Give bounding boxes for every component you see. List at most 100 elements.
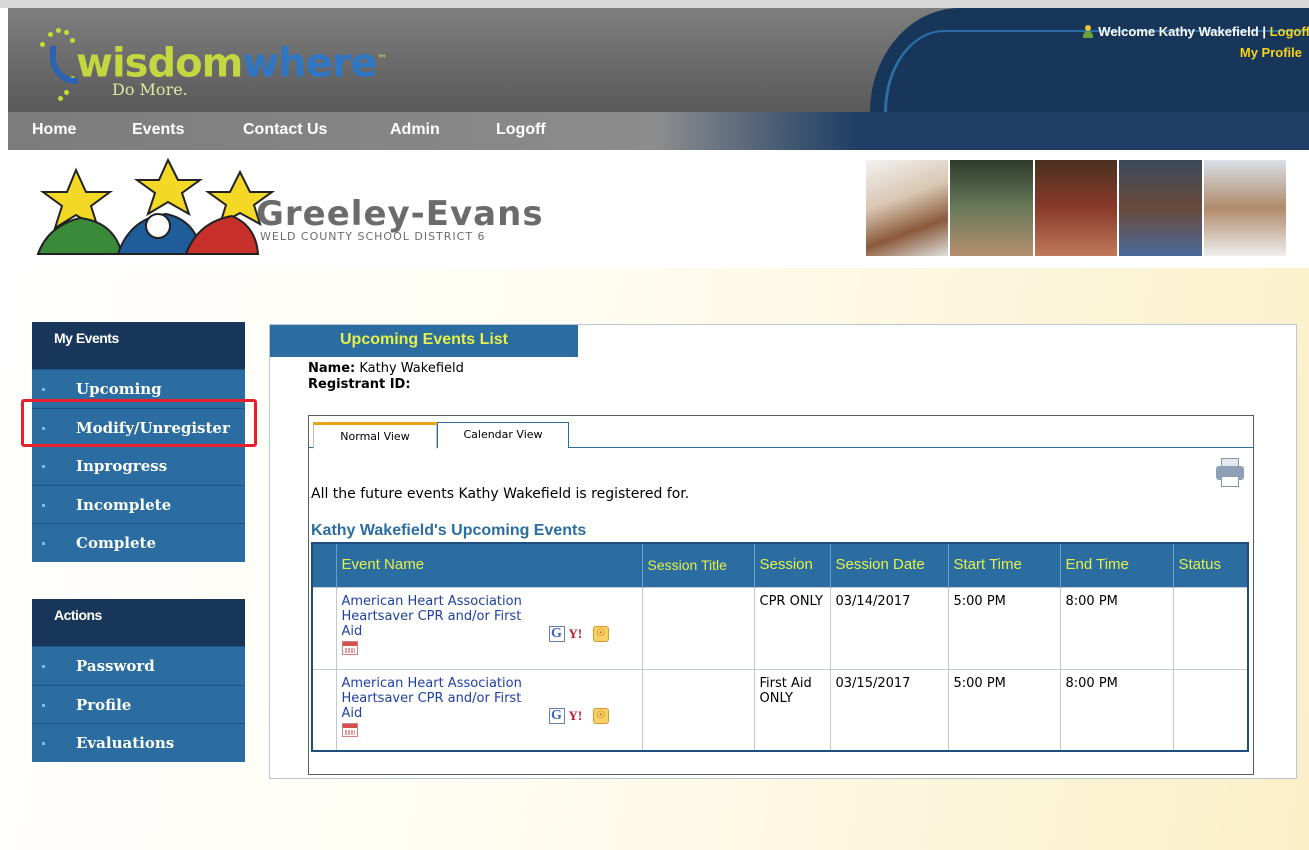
wisdomwhere-logo[interactable]: wisdomwhere™ Do More. bbox=[30, 26, 387, 106]
status-cell bbox=[1172, 586, 1248, 669]
event-name-link[interactable]: American Heart Association Heartsaver CP… bbox=[342, 594, 538, 639]
session-title-cell bbox=[641, 668, 754, 751]
end-time-cell: 8:00 PM bbox=[1059, 668, 1173, 751]
column-header-event-name: Event Name bbox=[335, 543, 642, 587]
logo-trademark: ™ bbox=[376, 54, 387, 65]
view-tabs-panel: Normal View Calendar View All the future… bbox=[308, 415, 1254, 775]
user-icon bbox=[1082, 25, 1094, 38]
session-title-cell bbox=[641, 586, 754, 669]
start-time-cell: 5:00 PM bbox=[947, 668, 1060, 751]
table-header-row: Event Name Session Title Session Session… bbox=[311, 543, 1248, 587]
district-stars-logo bbox=[36, 157, 276, 255]
column-header-session-date: Session Date bbox=[829, 543, 948, 587]
logo-swoosh-icon bbox=[50, 46, 78, 84]
google-calendar-icon[interactable]: G bbox=[548, 625, 565, 642]
name-value: Kathy Wakefield bbox=[359, 361, 464, 376]
logo-wordmark: wisdomwhere™ bbox=[76, 38, 387, 87]
actions-title: Actions bbox=[32, 599, 245, 646]
table-title: Kathy Wakefield's Upcoming Events bbox=[311, 522, 587, 539]
sidebar-item-label: Password bbox=[76, 657, 155, 675]
sidebar-item-label: Profile bbox=[76, 695, 132, 714]
district-subtitle: WELD COUNTY SCHOOL DISTRICT 6 bbox=[260, 230, 486, 243]
session-cell: CPR ONLY bbox=[753, 586, 830, 669]
header: wisdomwhere™ Do More. Welcome Kathy Wake… bbox=[8, 8, 1309, 112]
bullet-icon bbox=[42, 503, 45, 507]
actions-panel: Actions Password Profile Evaluations bbox=[32, 599, 245, 762]
sidebar-item-incomplete[interactable]: Incomplete bbox=[32, 484, 245, 524]
bullet-icon bbox=[42, 742, 45, 745]
welcome-bar: Welcome Kathy Wakefield | Logoff bbox=[1038, 24, 1309, 39]
sidebar-item-label: Incomplete bbox=[76, 495, 172, 514]
highlight-box bbox=[21, 399, 257, 447]
sidebar-item-profile[interactable]: Profile bbox=[32, 684, 245, 724]
nav-home[interactable]: Home bbox=[32, 112, 76, 148]
outlook-calendar-icon[interactable]: ☉ bbox=[592, 625, 609, 642]
bullet-icon bbox=[42, 703, 45, 707]
sidebar-item-password[interactable]: Password bbox=[32, 646, 245, 685]
calendar-export-icons: G Y! ☉ bbox=[548, 625, 609, 642]
column-header-start-time: Start Time bbox=[947, 543, 1060, 587]
tab-calendar-view[interactable]: Calendar View bbox=[437, 422, 569, 448]
row-spacer bbox=[311, 668, 336, 751]
printer-icon[interactable] bbox=[1216, 458, 1244, 488]
sidebar-item-evaluations[interactable]: Evaluations bbox=[32, 723, 245, 762]
event-name-link[interactable]: American Heart Association Heartsaver CP… bbox=[342, 676, 538, 721]
district-name: Greeley-Evans bbox=[256, 194, 544, 234]
calendar-export-icons: G Y! ☉ bbox=[548, 707, 609, 724]
nav-logoff[interactable]: Logoff bbox=[496, 112, 546, 148]
intro-text: All the future events Kathy Wakefield is… bbox=[311, 486, 690, 502]
welcome-separator: | bbox=[1262, 24, 1266, 39]
column-header-session-title: Session Title bbox=[641, 543, 754, 587]
start-time-cell: 5:00 PM bbox=[947, 586, 1060, 669]
upcoming-events-table: Event Name Session Title Session Session… bbox=[311, 542, 1249, 752]
outlook-calendar-icon[interactable]: ☉ bbox=[592, 707, 609, 724]
sidebar-item-label: Evaluations bbox=[76, 734, 175, 752]
column-header-session: Session bbox=[753, 543, 830, 587]
sidebar-item-label: Upcoming bbox=[76, 380, 162, 398]
nav-events[interactable]: Events bbox=[132, 112, 184, 148]
bullet-icon bbox=[42, 465, 45, 468]
top-strip bbox=[0, 0, 1309, 8]
my-events-title: My Events bbox=[32, 322, 245, 369]
nav-contact-us[interactable]: Contact Us bbox=[243, 112, 327, 148]
tab-normal-view[interactable]: Normal View bbox=[313, 422, 437, 449]
upcoming-events-panel: Upcoming Events List Name: Kathy Wakefie… bbox=[269, 324, 1297, 779]
district-banner: Greeley-Evans WELD COUNTY SCHOOL DISTRIC… bbox=[8, 150, 1309, 268]
banner-photo-strip bbox=[866, 160, 1287, 256]
ical-calendar-icon[interactable] bbox=[341, 722, 358, 737]
table-row: American Heart Association Heartsaver CP… bbox=[311, 668, 1248, 751]
logo-word-part2: where bbox=[242, 40, 377, 87]
column-header-end-time: End Time bbox=[1059, 543, 1173, 587]
sidebar-item-label: Complete bbox=[76, 534, 157, 552]
my-profile-link[interactable]: My Profile bbox=[1188, 45, 1302, 60]
bullet-icon bbox=[42, 542, 45, 545]
bullet-icon bbox=[42, 665, 45, 668]
bullet-icon bbox=[42, 388, 45, 391]
tab-bar: Normal View Calendar View bbox=[309, 416, 1253, 449]
registrant-id-label: Registrant ID: bbox=[308, 377, 411, 392]
event-name-cell: American Heart Association Heartsaver CP… bbox=[335, 586, 642, 669]
google-calendar-icon[interactable]: G bbox=[548, 707, 565, 724]
column-header-spacer bbox=[311, 543, 336, 587]
status-cell bbox=[1172, 668, 1248, 751]
column-header-status: Status bbox=[1172, 543, 1248, 587]
header-logoff-link[interactable]: Logoff bbox=[1270, 24, 1309, 39]
page-title: Upcoming Events List bbox=[270, 325, 578, 357]
yahoo-calendar-icon[interactable]: Y! bbox=[569, 626, 589, 642]
main-nav: Home Events Contact Us Admin Logoff bbox=[8, 112, 1309, 150]
sidebar-item-complete[interactable]: Complete bbox=[32, 523, 245, 562]
nav-admin[interactable]: Admin bbox=[390, 112, 440, 148]
name-label: Name: bbox=[308, 361, 356, 376]
session-date-cell: 03/15/2017 bbox=[829, 668, 948, 751]
event-name-cell: American Heart Association Heartsaver CP… bbox=[335, 668, 642, 751]
welcome-text: Welcome Kathy Wakefield bbox=[1098, 24, 1259, 39]
sidebar-item-inprogress[interactable]: Inprogress bbox=[32, 446, 245, 485]
ical-calendar-icon[interactable] bbox=[341, 640, 358, 655]
logo-tagline: Do More. bbox=[112, 80, 188, 99]
yahoo-calendar-icon[interactable]: Y! bbox=[569, 708, 589, 724]
session-date-cell: 03/14/2017 bbox=[829, 586, 948, 669]
table-row: American Heart Association Heartsaver CP… bbox=[311, 586, 1248, 669]
row-spacer bbox=[311, 586, 336, 669]
end-time-cell: 8:00 PM bbox=[1059, 586, 1173, 669]
registrant-info: Name: Kathy Wakefield Registrant ID: bbox=[308, 361, 464, 393]
